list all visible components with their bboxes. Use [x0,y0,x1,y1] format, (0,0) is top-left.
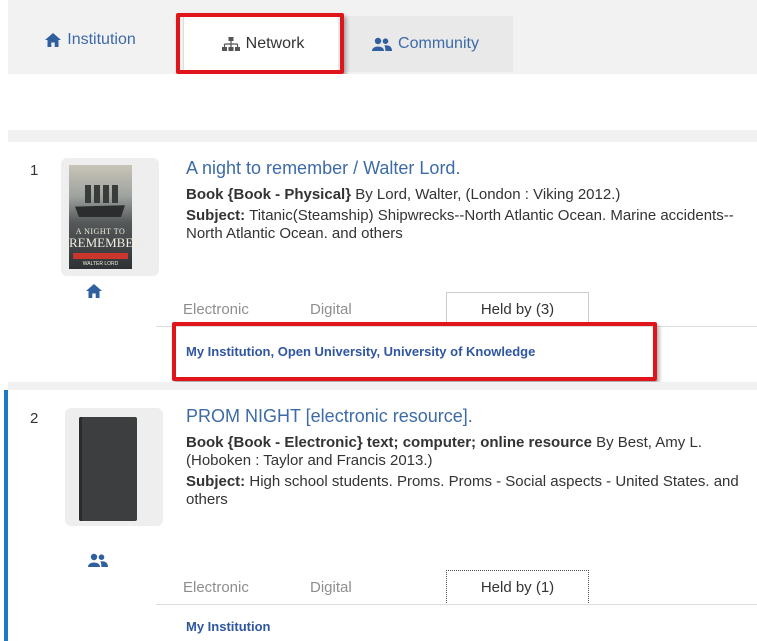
result-title-link[interactable]: A night to remember / Walter Lord. [186,158,460,179]
tab-electronic[interactable]: Electronic [183,579,249,596]
format-label: Book {Book - Electronic} text; computer;… [186,434,592,451]
holdings-institutions-link[interactable]: My Institution [186,619,271,634]
result-item-1: 1 A NIGHT TO REMEMBER WALTER LORD A nigh… [8,142,757,382]
result-details: Book {Book - Electronic} text; computer;… [186,434,756,509]
users-icon [88,553,108,572]
result-item-2: 2 PROM NIGHT [electronic resource]. Book… [4,390,757,641]
result-number: 1 [30,162,39,179]
subject-line: Subject: Titanic(Steamship) Shipwrecks--… [186,207,756,243]
subject-text: High school students. Proms. Proms - Soc… [186,473,739,508]
format-line: Book {Book - Electronic} text; computer;… [186,434,756,470]
tab-electronic[interactable]: Electronic [183,301,249,318]
book-cover-thumbnail[interactable] [65,408,163,526]
tab-held-by[interactable]: Held by (1) [446,570,589,603]
subject-label: Subject: [186,473,246,490]
sitemap-icon [221,36,240,51]
cover-author: WALTER LORD [82,261,119,267]
holdings-institutions-link[interactable]: My Institution, Open University, Univers… [186,344,535,359]
tab-digital[interactable]: Digital [310,301,352,318]
scope-tab-bar: Institution Network Community [8,0,757,75]
tab-digital[interactable]: Digital [310,579,352,596]
result-divider [8,382,757,390]
tab-institution-label: Institution [67,31,136,48]
format-label: Book {Book - Physical} [186,186,352,203]
subject-label: Subject: [186,207,246,224]
result-number: 2 [30,410,39,427]
tab-held-by[interactable]: Held by (3) [446,292,589,325]
subject-text: Titanic(Steamship) Shipwrecks--North Atl… [186,207,734,242]
format-line: Book {Book - Physical} By Lord, Walter, … [186,186,756,204]
tab-network[interactable]: Network [183,13,343,73]
tab-community-label: Community [398,35,479,52]
toolbar-band [8,74,757,137]
book-cover-image: A NIGHT TO REMEMBER WALTER LORD [69,165,142,269]
cover-title-line2: REMEMBER [69,235,142,250]
availability-tabs: Electronic Digital Held by (3) [156,292,757,327]
result-details: Book {Book - Physical} By Lord, Walter, … [186,186,756,243]
users-icon [372,37,393,51]
tab-community[interactable]: Community [338,16,513,72]
band-separator [8,130,757,142]
availability-tabs: Electronic Digital Held by (1) [156,570,757,605]
home-icon [86,284,102,303]
book-cover-image [79,417,137,521]
format-text: By Lord, Walter, (London : Viking 2012.) [351,186,621,203]
subject-line: Subject: High school students. Proms. Pr… [186,473,756,509]
tab-network-label: Network [245,34,305,52]
result-title-link[interactable]: PROM NIGHT [electronic resource]. [186,406,473,427]
home-icon [45,33,62,47]
tab-institution[interactable]: Institution [8,8,173,72]
book-cover-thumbnail[interactable]: A NIGHT TO REMEMBER WALTER LORD [61,158,159,276]
